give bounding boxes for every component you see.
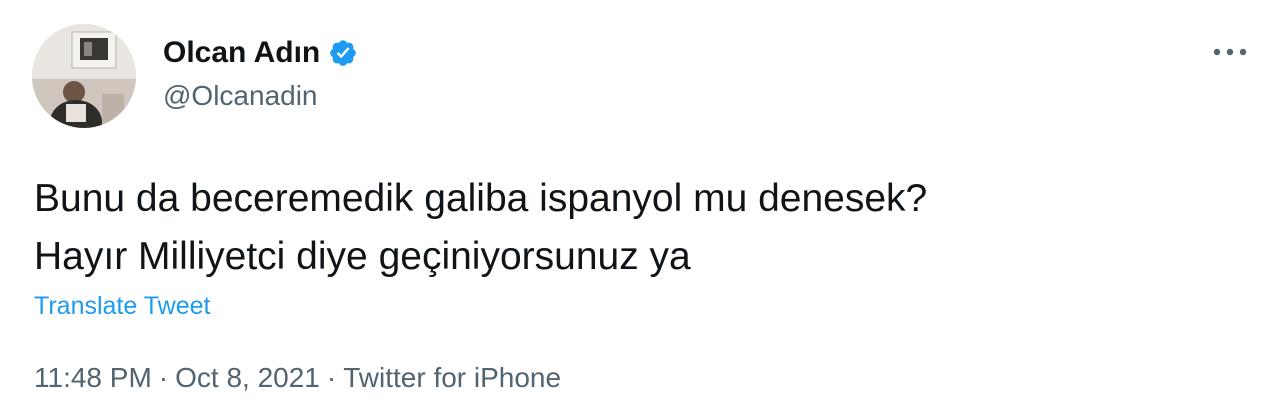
avatar[interactable] bbox=[32, 24, 136, 128]
tweet-text-line: Bunu da beceremedik galiba ispanyol mu d… bbox=[34, 177, 928, 220]
user-name-row[interactable]: Olcan Adın bbox=[163, 36, 358, 70]
tweet-date[interactable]: Oct 8, 2021 bbox=[175, 362, 320, 393]
tweet-metadata: 11:48 PM · Oct 8, 2021 · Twitter for iPhone bbox=[34, 362, 561, 394]
more-options-button[interactable] bbox=[1206, 34, 1254, 70]
avatar-image bbox=[32, 24, 136, 128]
tweet-time[interactable]: 11:48 PM bbox=[34, 362, 152, 393]
tweet-source[interactable]: Twitter for iPhone bbox=[343, 362, 561, 393]
more-horizontal-icon bbox=[1213, 48, 1247, 56]
tweet-text-line: Hayır Milliyetci diye geçiniyorsunuz ya bbox=[34, 235, 691, 278]
user-handle[interactable]: @Olcanadin bbox=[163, 80, 318, 112]
separator: · bbox=[326, 362, 337, 393]
display-name[interactable]: Olcan Adın bbox=[163, 36, 320, 70]
separator: · bbox=[158, 362, 169, 393]
tweet-text: Bunu da beceremedik galiba ispanyol mu d… bbox=[34, 170, 1234, 286]
verified-badge-icon bbox=[328, 38, 358, 68]
tweet-card: Olcan Adın @Olcanadin Bunu da beceremedi… bbox=[0, 0, 1280, 419]
translate-tweet-link[interactable]: Translate Tweet bbox=[34, 292, 210, 321]
